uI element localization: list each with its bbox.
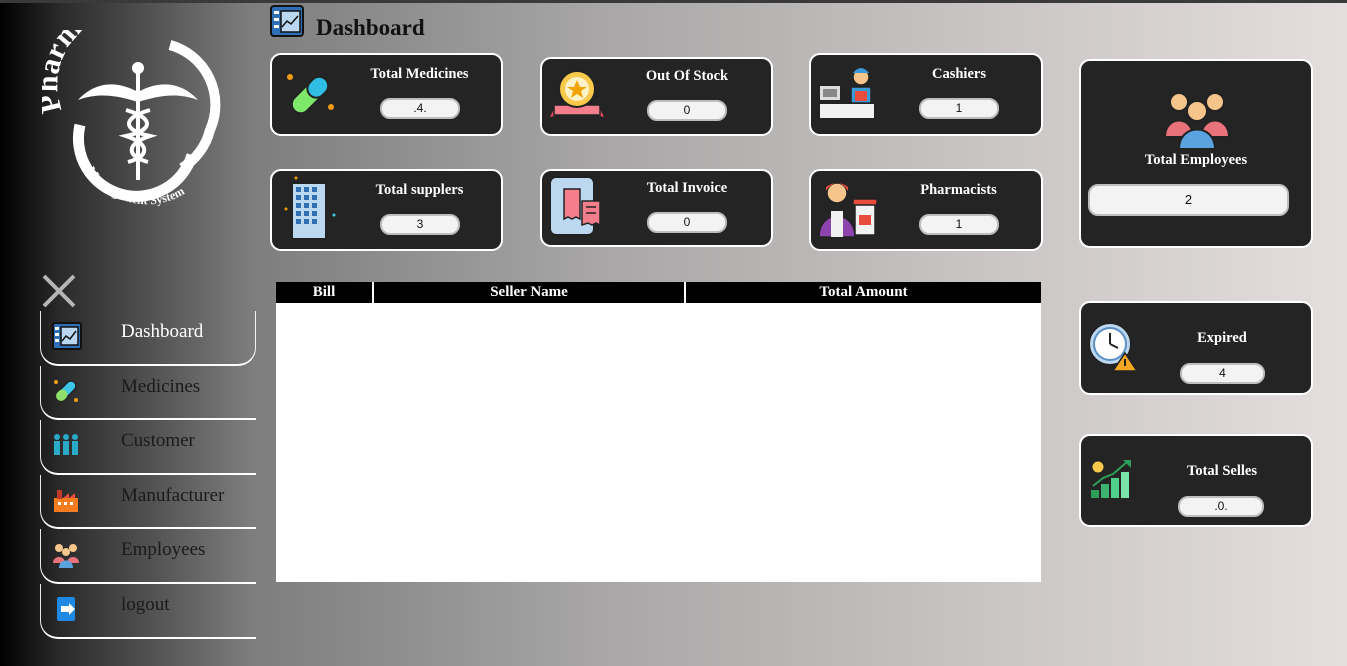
- invoice-icon: [548, 175, 608, 242]
- card-cashiers: Cashiers 1: [809, 53, 1043, 136]
- clock-warning-icon: [1087, 321, 1139, 378]
- table-header: Bill Seller Name Total Amount: [276, 282, 1041, 303]
- pill-icon: [51, 376, 83, 408]
- sales-growth-icon: [1089, 458, 1135, 505]
- building-icon: [282, 175, 338, 246]
- card-title: Total Invoice: [646, 180, 728, 196]
- factory-icon: [51, 485, 83, 517]
- pill-icon: [284, 69, 336, 126]
- svg-text:Pharmacy: Pharmacy: [42, 30, 125, 116]
- card-value: 0: [647, 212, 727, 233]
- sidebar-item-label: Manufacturer: [121, 484, 225, 506]
- cashier-icon: [817, 63, 877, 128]
- sidebar-item-manufacturer[interactable]: Manufacturer: [40, 474, 256, 530]
- logout-icon: [51, 594, 83, 626]
- sidebar-item-label: Customer: [121, 430, 195, 452]
- card-value: 1: [919, 98, 999, 119]
- card-total-medicines: Total Medicines .4.: [270, 53, 503, 136]
- card-value: 3: [380, 214, 460, 235]
- sidebar-item-employees[interactable]: Employees: [40, 529, 256, 584]
- pharmacy-logo: Pharmacy Maneagement System: [31, 0, 232, 215]
- sidebar-item-medicines[interactable]: Medicines: [40, 365, 256, 421]
- card-total-employees: Total Employees 2: [1079, 59, 1313, 248]
- card-title: Total Employees: [1144, 152, 1248, 168]
- sidebar-item-dashboard[interactable]: Dashboard: [40, 311, 256, 366]
- sidebar-item-label: Employees: [121, 539, 206, 561]
- card-value: .0.: [1178, 496, 1264, 517]
- bills-table: Bill Seller Name Total Amount: [276, 282, 1041, 582]
- close-sidebar-icon[interactable]: [40, 272, 80, 312]
- column-header-total-amount[interactable]: Total Amount: [686, 282, 1041, 303]
- dashboard-icon: [51, 321, 83, 353]
- card-value: 2: [1088, 184, 1289, 216]
- card-value: 4: [1180, 363, 1265, 384]
- card-title: Total Selles: [1187, 463, 1257, 479]
- card-value: 0: [647, 100, 727, 121]
- sidebar-item-label: Medicines: [121, 375, 201, 397]
- employees-icon: [1163, 89, 1231, 156]
- badge-star-icon: [548, 67, 606, 128]
- window-top-border: [0, 0, 1347, 3]
- card-title: Cashiers: [932, 66, 986, 82]
- card-title: Total supplers: [375, 182, 464, 198]
- card-title: Total Medicines: [370, 66, 469, 82]
- page-title: Dashboard: [316, 15, 425, 40]
- card-value: .4.: [380, 98, 460, 119]
- sidebar-nav: Dashboard Medicines Customer Manufacture…: [40, 311, 256, 639]
- dashboard-header-icon: [270, 5, 304, 37]
- card-pharmacists: Pharmacists 1: [809, 169, 1043, 251]
- card-total-invoice: Total Invoice 0: [540, 169, 773, 247]
- card-total-selles: Total Selles .0.: [1079, 434, 1313, 527]
- employees-icon: [51, 539, 83, 571]
- sidebar-item-customer[interactable]: Customer: [40, 420, 256, 475]
- column-header-seller-name[interactable]: Seller Name: [374, 282, 686, 303]
- card-title: Out Of Stock: [645, 68, 729, 84]
- pharmacist-icon: [817, 177, 878, 244]
- column-header-bill[interactable]: Bill: [276, 282, 374, 303]
- card-title: Pharmacists: [920, 182, 997, 198]
- sidebar-item-logout[interactable]: logout: [40, 583, 256, 639]
- card-out-of-stock: Out Of Stock 0: [540, 57, 773, 136]
- card-total-suppliers: Total supplers 3: [270, 169, 503, 251]
- card-expired: Expired 4: [1079, 301, 1313, 395]
- customers-icon: [51, 430, 83, 462]
- card-value: 1: [919, 214, 999, 235]
- sidebar-item-label: Dashboard: [121, 321, 204, 342]
- sidebar-item-label: logout: [121, 593, 170, 615]
- card-title: Expired: [1197, 330, 1247, 346]
